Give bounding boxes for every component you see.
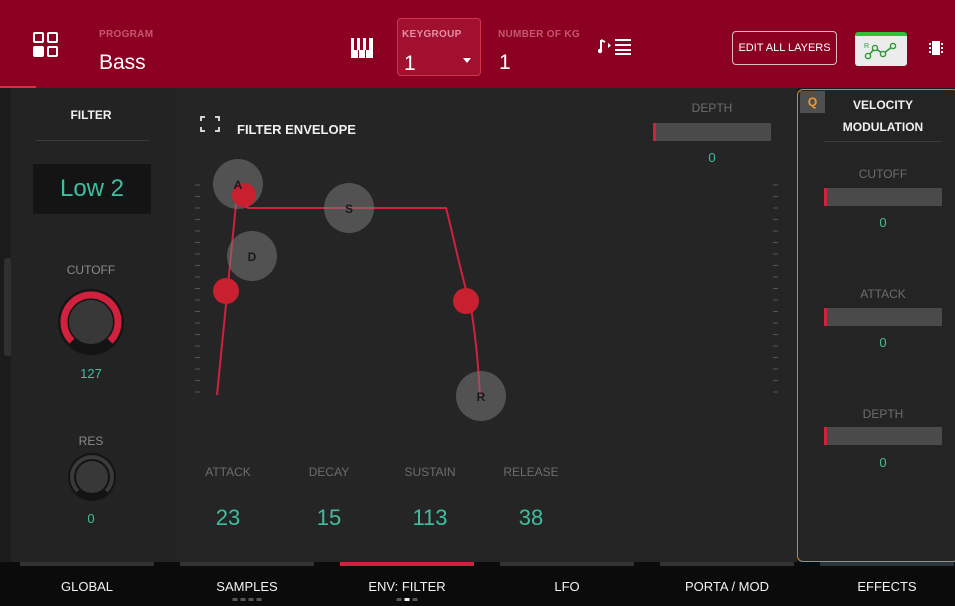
sustain-value[interactable]: 113: [390, 505, 470, 531]
envelope-graph[interactable]: A S D R: [190, 150, 790, 430]
attack-handle-label: A: [234, 178, 243, 192]
res-label: RES: [78, 434, 104, 448]
decay-value[interactable]: 15: [289, 505, 369, 531]
tab-env-filter-label: ENV: FILTER: [368, 579, 446, 594]
program-label: PROGRAM: [99, 29, 154, 40]
graph-scale-left: [195, 184, 200, 393]
depth-slider[interactable]: [653, 123, 771, 141]
modulation-icon: R: [864, 42, 897, 60]
velocity-cutoff-slider[interactable]: [824, 188, 942, 206]
res-knob[interactable]: [66, 451, 118, 503]
attack-label: ATTACK: [205, 465, 251, 479]
filter-divider: [36, 140, 149, 141]
bottom-tab-bar: GLOBAL SAMPLES ENV: FILTER LFO PORTA / M…: [0, 562, 955, 606]
cutoff-value: 127: [80, 366, 102, 381]
res-value: 0: [87, 511, 95, 526]
chevron-down-icon: [463, 58, 471, 63]
velocity-attack-slider[interactable]: [824, 308, 942, 326]
tab-porta-mod[interactable]: PORTA / MOD: [660, 562, 794, 606]
tab-samples-page-dots: [232, 598, 262, 601]
envelope-title: FILTER ENVELOPE: [237, 122, 356, 137]
tab-env-filter-page-dots: [396, 598, 418, 601]
keygroup-label: KEYGROUP: [402, 29, 462, 40]
number-of-kg-value[interactable]: 1: [499, 51, 511, 75]
depth-slider-fill: [653, 123, 656, 141]
velocity-cutoff-fill: [824, 188, 827, 206]
velocity-depth-slider[interactable]: [824, 427, 942, 445]
velocity-attack-label: ATTACK: [860, 287, 906, 301]
velocity-divider: [824, 141, 942, 142]
sustain-label: SUSTAIN: [404, 465, 456, 479]
tab-effects[interactable]: EFFECTS: [820, 562, 954, 606]
tab-env-filter[interactable]: ENV: FILTER: [340, 562, 474, 606]
velocity-title-line1: VELOCITY: [852, 98, 913, 112]
number-of-kg-label: NUMBER OF KG: [498, 29, 580, 40]
modulation-letter: R: [864, 43, 869, 50]
velocity-cutoff-value: 0: [879, 215, 887, 230]
header-bar: PROGRAM Bass KEYGROUP 1 NUMBER OF KG 1 E…: [0, 0, 955, 88]
edit-all-layers-button[interactable]: EDIT ALL LAYERS: [732, 31, 837, 65]
release-label: RELEASE: [503, 465, 559, 479]
sustain-handle-label: S: [345, 202, 353, 216]
keyboard-icon[interactable]: [351, 38, 373, 58]
tab-samples-label: SAMPLES: [216, 579, 278, 594]
note-list-icon[interactable]: [598, 37, 632, 55]
tab-lfo[interactable]: LFO: [500, 562, 634, 606]
tab-porta-mod-label: PORTA / MOD: [684, 579, 770, 594]
velocity-depth-label: DEPTH: [862, 407, 904, 421]
velocity-title-line2: MODULATION: [842, 120, 924, 134]
tab-lfo-indicator: [500, 562, 634, 566]
velocity-cutoff-label: CUTOFF: [858, 167, 908, 181]
attack-curve-handle[interactable]: [213, 278, 239, 304]
velocity-depth-fill: [824, 427, 827, 445]
attack-value[interactable]: 23: [188, 505, 268, 531]
filter-type-field[interactable]: Low 2: [33, 164, 151, 214]
decay-handle-label: D: [248, 250, 257, 264]
grid-icon[interactable]: [33, 32, 59, 58]
tab-effects-label: EFFECTS: [857, 579, 917, 594]
tab-global[interactable]: GLOBAL: [20, 562, 154, 606]
tab-porta-mod-indicator: [660, 562, 794, 566]
program-name[interactable]: Bass: [99, 51, 146, 75]
depth-label: DEPTH: [691, 101, 733, 115]
app: PROGRAM Bass KEYGROUP 1 NUMBER OF KG 1 E…: [0, 0, 955, 606]
filter-title: FILTER: [70, 108, 112, 122]
tab-global-indicator: [20, 562, 154, 566]
decay-label: DECAY: [308, 465, 350, 479]
release-curve-handle[interactable]: [453, 288, 479, 314]
quick-edit-badge[interactable]: Q: [800, 91, 825, 113]
velocity-attack-fill: [824, 308, 827, 326]
tab-global-label: GLOBAL: [60, 579, 114, 594]
release-handle-label: R: [477, 390, 486, 404]
expand-icon[interactable]: [200, 116, 220, 132]
tab-env-filter-indicator: [340, 562, 474, 566]
keygroup-value: 1: [404, 52, 416, 75]
cutoff-label: CUTOFF: [66, 263, 116, 277]
velocity-depth-value: 0: [879, 455, 887, 470]
graph-scale-right: [773, 184, 778, 393]
tab-samples[interactable]: SAMPLES: [180, 562, 314, 606]
modulation-button[interactable]: R: [855, 32, 907, 66]
tab-effects-indicator: [820, 562, 954, 566]
tab-lfo-label: LFO: [554, 579, 580, 594]
tab-samples-indicator: [180, 562, 314, 566]
cutoff-knob[interactable]: [55, 286, 127, 358]
release-value[interactable]: 38: [491, 505, 571, 531]
velocity-attack-value: 0: [879, 335, 887, 350]
chip-icon[interactable]: [929, 39, 943, 57]
